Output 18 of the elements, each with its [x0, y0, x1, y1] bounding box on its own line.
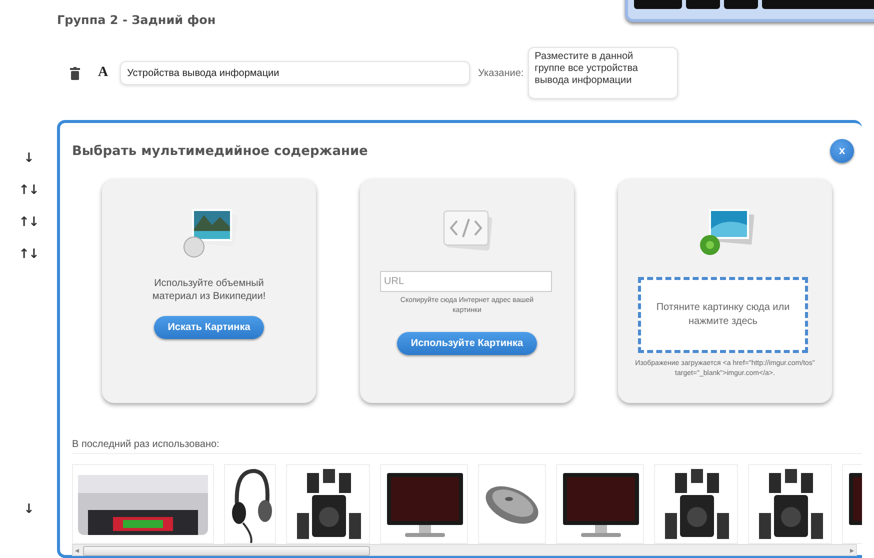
group-header: Группа 2 - Задний фон	[57, 13, 216, 27]
hint-label: Указание:	[478, 68, 524, 78]
move-arrows[interactable]: ↑↓	[18, 214, 38, 231]
use-picture-button[interactable]: Используйте Картинка	[396, 332, 538, 355]
trash-icon[interactable]	[70, 66, 80, 80]
name-field[interactable]: Устройства вывода информации	[120, 61, 470, 85]
move-arrows[interactable]: ↑↓	[18, 182, 38, 199]
move-arrows[interactable]: ↑↓	[18, 246, 38, 263]
source-description: Используйте объемный материал из Википедии!	[151, 277, 267, 303]
drop-zone[interactable]: Потяните картинку сюда или нажмите здесь	[638, 277, 808, 353]
move-arrows[interactable]: ↓	[24, 501, 34, 518]
hint-field[interactable]: Разместите в данной группе все устройства вывода информации	[528, 47, 678, 99]
text-format-icon[interactable]: A	[98, 65, 108, 81]
dialog-title: Выбрать мультимедийное содержание	[72, 144, 368, 158]
search-picture-button[interactable]: Искать Картинка	[154, 316, 264, 339]
recent-label: В последний раз использовано:	[72, 439, 862, 454]
move-arrows[interactable]: ↓	[24, 150, 34, 167]
url-field[interactable]: URL	[380, 271, 552, 292]
